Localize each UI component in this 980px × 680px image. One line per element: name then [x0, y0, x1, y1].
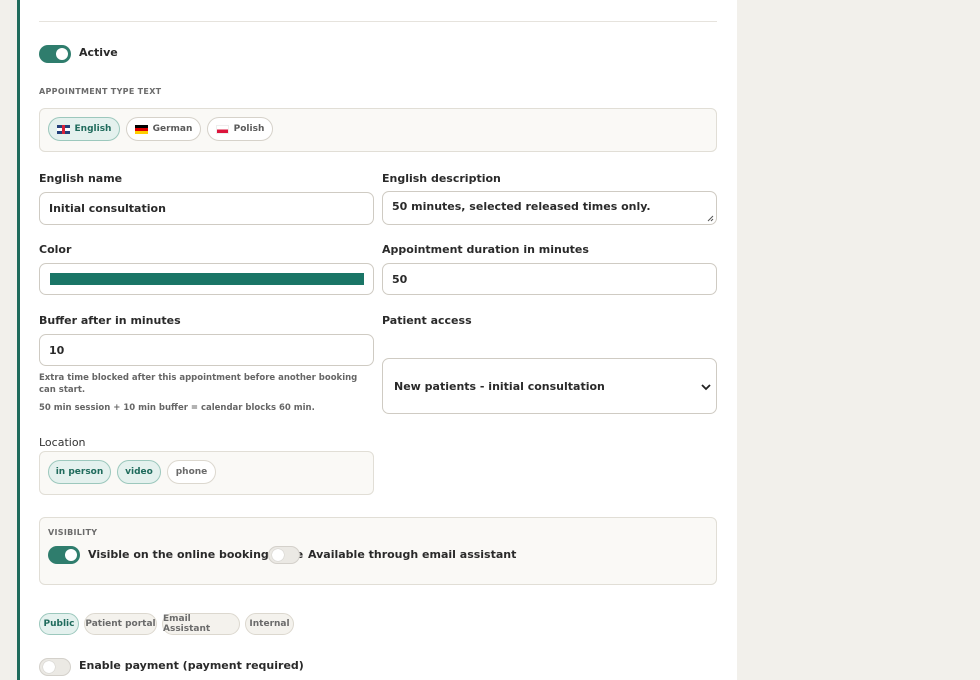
patient-access-label: Patient access — [382, 314, 472, 327]
buffer-label: Buffer after in minutes — [39, 314, 181, 327]
section-divider — [39, 21, 717, 22]
email-assistant-toggle[interactable] — [268, 546, 300, 564]
buffer-help-text: Extra time blocked after this appointmen… — [39, 373, 358, 395]
payment-label: Enable payment (payment required) — [79, 659, 304, 672]
buffer-summary-text: 50 min session + 10 min buffer = calenda… — [39, 403, 315, 413]
toggle-knob — [272, 549, 284, 561]
chevron-down-icon — [701, 384, 711, 391]
resize-handle-icon[interactable] — [707, 215, 714, 222]
audience-tag-internal[interactable]: Internal — [245, 613, 294, 635]
english-description-textarea[interactable]: 50 minutes, selected released times only… — [382, 191, 717, 225]
email-assistant-label: Available through email assistant — [308, 548, 517, 561]
polish-flag-icon — [215, 124, 229, 134]
language-label: English — [74, 124, 112, 134]
english-name-label: English name — [39, 172, 123, 185]
toggle-knob — [56, 48, 68, 60]
patient-access-selected-value: New patients - initial consultation — [394, 379, 605, 393]
duration-label: Appointment duration in minutes — [382, 243, 589, 256]
audience-tag-public[interactable]: Public — [39, 613, 79, 635]
color-label: Color — [39, 243, 72, 256]
color-swatch — [50, 273, 364, 285]
location-option-phone[interactable]: phone — [167, 460, 216, 484]
active-label: Active — [79, 46, 118, 59]
location-option-video[interactable]: video — [117, 460, 161, 484]
english-name-input[interactable]: Initial consultation — [39, 192, 374, 225]
uk-flag-icon — [56, 124, 70, 134]
audience-tag-email-assistant[interactable]: Email Assistant — [162, 613, 240, 635]
buffer-input[interactable]: 10 — [39, 334, 374, 366]
toggle-knob — [43, 661, 55, 673]
language-tab-polish[interactable]: Polish — [207, 117, 273, 141]
language-tab-english[interactable]: English — [48, 117, 120, 141]
visibility-caption: VISIBILITY — [48, 528, 98, 537]
patient-access-select[interactable]: New patients - initial consultation — [382, 358, 717, 414]
audience-tag-patient-portal[interactable]: Patient portal — [84, 613, 157, 635]
color-input[interactable] — [39, 263, 374, 295]
booking-page-toggle[interactable] — [48, 546, 80, 564]
language-tab-german[interactable]: German — [126, 117, 201, 141]
duration-input[interactable]: 50 — [382, 263, 717, 295]
toggle-knob — [65, 549, 77, 561]
payment-toggle[interactable] — [39, 658, 71, 676]
description-text: 50 minutes, selected released times only… — [392, 200, 651, 213]
location-label: Location — [39, 436, 86, 449]
active-toggle[interactable] — [39, 45, 71, 63]
location-option-in-person[interactable]: in person — [48, 460, 111, 484]
german-flag-icon — [134, 124, 148, 134]
language-label: Polish — [233, 124, 265, 134]
language-label: German — [152, 124, 193, 134]
appointment-type-text-caption: APPOINTMENT TYPE TEXT — [39, 87, 162, 96]
english-description-label: English description — [382, 172, 501, 185]
